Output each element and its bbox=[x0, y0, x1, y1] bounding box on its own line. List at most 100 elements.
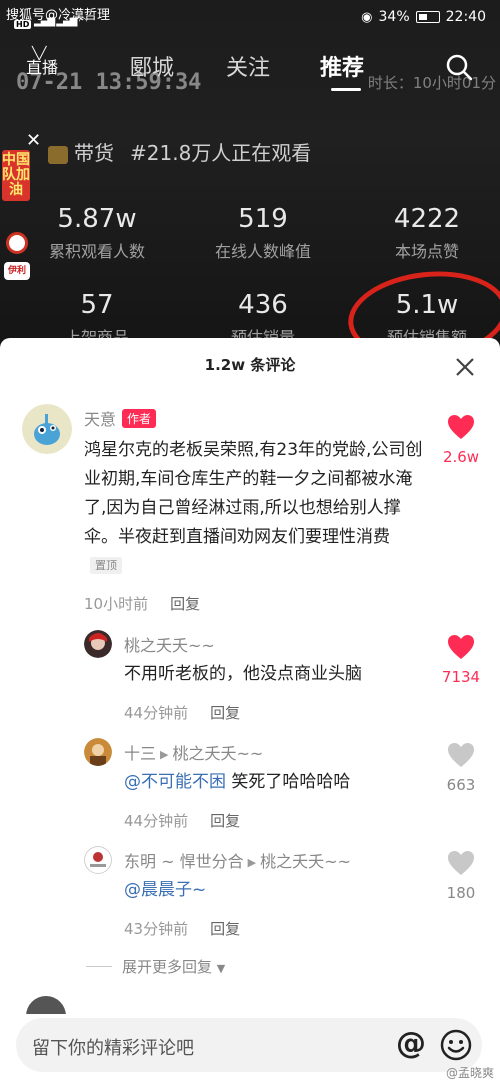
comment-meta: 10小时前 回复 bbox=[84, 593, 200, 614]
comment-text-content: 笑死了哈哈哈哈 bbox=[226, 772, 351, 792]
status-right: ◉ 34% 22:40 bbox=[361, 9, 486, 25]
stat-peak-online: 519 在线人数峰值 bbox=[188, 204, 338, 262]
avatar[interactable] bbox=[84, 846, 112, 874]
comment-time: 10小时前 bbox=[84, 595, 149, 613]
shopping-bag-icon bbox=[48, 145, 68, 164]
reply-button[interactable]: 回复 bbox=[210, 812, 240, 830]
comments-count-title: 1.2w 条评论 bbox=[204, 356, 296, 374]
comment-username[interactable]: 东明 ~ 悍世分合 ▶ 桃之夭夭~~ bbox=[124, 848, 351, 872]
like-button[interactable]: 2.6w bbox=[436, 414, 486, 466]
comment-time: 43分钟前 bbox=[124, 920, 189, 938]
like-count: 180 bbox=[446, 884, 476, 902]
avatar[interactable] bbox=[84, 630, 112, 658]
battery-percent: 34% bbox=[378, 9, 410, 25]
tv-icon: ╲╱ bbox=[32, 46, 47, 60]
stat-value: 57 bbox=[80, 290, 114, 320]
reply-button[interactable]: 回复 bbox=[210, 920, 240, 938]
stat-value: 4222 bbox=[393, 204, 461, 234]
username-text: 十三 bbox=[124, 744, 157, 763]
comment-time: 44分钟前 bbox=[124, 812, 189, 830]
reply-arrow-icon: ▶ bbox=[247, 856, 257, 869]
sponsor-logo: 伊利 bbox=[4, 262, 30, 280]
mention-link[interactable]: @不可能不困 bbox=[124, 772, 226, 792]
at-mention-icon[interactable]: @ bbox=[396, 1026, 426, 1061]
chevron-down-icon: ▼ bbox=[216, 962, 226, 975]
goods-badge[interactable]: 带货 bbox=[48, 137, 114, 166]
heart-icon bbox=[448, 415, 474, 439]
tab-local[interactable]: 郾城 bbox=[130, 50, 174, 82]
reply-button[interactable]: 回复 bbox=[170, 595, 200, 613]
promo-badge-text: 中国队加油 bbox=[2, 150, 30, 201]
goods-label: 带货 bbox=[74, 141, 114, 165]
stat-label: 在线人数峰值 bbox=[214, 242, 311, 261]
reply-button[interactable]: 回复 bbox=[210, 704, 240, 722]
comment-meta: 44分钟前 回复 bbox=[124, 702, 240, 723]
like-count: 2.6w bbox=[442, 448, 480, 466]
tab-following[interactable]: 关注 bbox=[226, 50, 270, 82]
comment-username[interactable]: 天意 作者 bbox=[84, 406, 157, 430]
signal-icon: ▂▄▆ ▂▄▆ ◠ bbox=[34, 16, 87, 27]
comment-username[interactable]: 桃之夭夭~~ bbox=[124, 632, 215, 656]
stat-label: 本场点赞 bbox=[394, 242, 459, 261]
stat-value: 519 bbox=[238, 204, 288, 234]
heart-icon bbox=[448, 851, 474, 875]
hd-indicator: HD bbox=[14, 20, 32, 29]
mention-link[interactable]: @晨晨子~ bbox=[124, 880, 206, 900]
like-count: 663 bbox=[446, 776, 476, 794]
avatar[interactable] bbox=[22, 404, 72, 454]
comment-input-placeholder: 留下你的精彩评论吧 bbox=[32, 1038, 194, 1059]
stat-listed-products: 57 上架商品 bbox=[22, 290, 172, 345]
tab-recommend[interactable]: 推荐 bbox=[320, 50, 364, 82]
reply-to-user: 桃之夭夭~~ bbox=[260, 852, 351, 871]
username-text: 东明 ~ 悍世分合 bbox=[124, 852, 244, 871]
comment-text[interactable]: @晨晨子~ bbox=[124, 876, 424, 905]
comment-input-bar: 留下你的精彩评论吧 @ bbox=[0, 1014, 500, 1083]
expand-replies[interactable]: 展开更多回复 ▼ bbox=[86, 956, 225, 977]
reply-to-user: 桃之夭夭~~ bbox=[172, 744, 264, 763]
eye-icon: ◉ bbox=[361, 9, 373, 25]
comment-text[interactable]: 鸿星尔克的老板吴荣照,有23年的党龄,公司创业初期,车间仓库生产的鞋一夕之间都被… bbox=[84, 436, 424, 581]
comment-username[interactable]: 十三 ▶ 桃之夭夭~~ bbox=[124, 740, 263, 764]
comment-text[interactable]: 不用听老板的，他没点商业头脑 bbox=[124, 660, 424, 689]
stat-value: 436 bbox=[238, 290, 288, 320]
like-count: 7134 bbox=[441, 668, 481, 686]
watching-count: #21.8万人正在观看 bbox=[130, 141, 312, 165]
comment-text[interactable]: @不可能不困 笑死了哈哈哈哈 bbox=[124, 768, 424, 797]
clock: 22:40 bbox=[445, 9, 486, 25]
avatar[interactable] bbox=[84, 738, 112, 766]
comment-meta: 44分钟前 回复 bbox=[124, 810, 240, 831]
username-text: 天意 bbox=[84, 410, 117, 429]
live-button[interactable]: ╲╱ 直播 bbox=[26, 46, 59, 78]
status-bar: 搜狐号@冷漠哲理 HD ▂▄▆ ▂▄▆ ◠ ◉ 34% 22:40 bbox=[0, 0, 500, 34]
goods-row: 带货 #21.8万人正在观看 bbox=[48, 137, 311, 166]
heart-icon bbox=[448, 743, 474, 767]
stat-est-sales: 436 预估销量 bbox=[188, 290, 338, 345]
divider bbox=[86, 966, 112, 967]
live-label: 直播 bbox=[26, 58, 59, 77]
active-tab-indicator bbox=[331, 88, 361, 91]
top-nav: ╲╱ 直播 郾城 关注 推荐 bbox=[0, 46, 500, 92]
watermark: @孟晓爽 bbox=[445, 1066, 494, 1080]
battery-icon bbox=[415, 11, 440, 23]
comment-text-content: 鸿星尔克的老板吴荣照,有23年的党龄,公司创业初期,车间仓库生产的鞋一夕之间都被… bbox=[84, 440, 423, 547]
author-badge: 作者 bbox=[122, 409, 157, 428]
live-video-background: 搜狐号@冷漠哲理 HD ▂▄▆ ▂▄▆ ◠ ◉ 34% 22:40 07-21 … bbox=[0, 0, 500, 345]
emoji-icon[interactable] bbox=[440, 1029, 472, 1061]
reply-arrow-icon: ▶ bbox=[160, 748, 169, 761]
comment-input[interactable]: 留下你的精彩评论吧 @ bbox=[16, 1018, 482, 1072]
comment-meta: 43分钟前 回复 bbox=[124, 918, 240, 939]
heart-icon bbox=[448, 635, 474, 659]
like-button[interactable]: 180 bbox=[436, 850, 486, 902]
highlight-circle bbox=[343, 263, 500, 345]
like-button[interactable]: 7134 bbox=[436, 634, 486, 686]
close-icon[interactable] bbox=[454, 356, 476, 378]
stat-total-viewers: 5.87w 累积观看人数 bbox=[22, 204, 172, 262]
pinned-badge: 置顶 bbox=[90, 557, 122, 574]
stat-label: 累积观看人数 bbox=[48, 242, 145, 261]
avatar bbox=[26, 996, 66, 1016]
comments-sheet: 1.2w 条评论 天意 作者 鸿星尔克的老板吴荣照,有23年的党龄,公司创业初期,… bbox=[0, 338, 500, 1083]
search-icon[interactable] bbox=[444, 52, 474, 82]
close-icon[interactable]: ✕ bbox=[26, 130, 41, 151]
like-button[interactable]: 663 bbox=[436, 742, 486, 794]
comment-time: 44分钟前 bbox=[124, 704, 189, 722]
